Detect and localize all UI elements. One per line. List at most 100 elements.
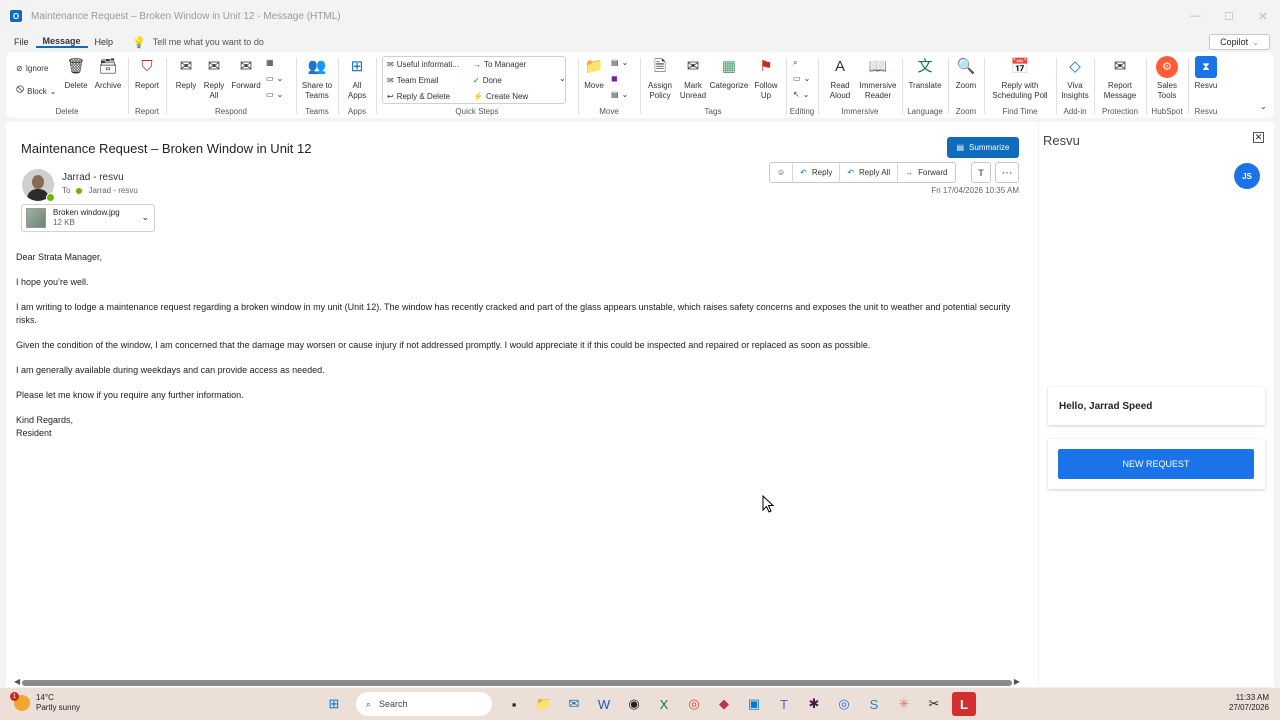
snipping-tool-icon[interactable]: ✂ [922, 692, 946, 716]
teams-chat-button[interactable]: T [971, 162, 991, 183]
related-button[interactable]: ▭ ⌄ [793, 74, 810, 83]
group-label-teams: Teams [305, 107, 329, 116]
translate-button[interactable]: 文 Translate [905, 56, 945, 91]
assign-policy-button[interactable]: 🗎 Assign Policy [643, 56, 677, 101]
select-button[interactable]: ↖ ⌄ [793, 90, 809, 99]
reply-all-button[interactable]: ✉ Reply All [201, 56, 227, 101]
rules-button[interactable]: ▤ ⌄ [611, 58, 628, 67]
find-button[interactable]: ⌕ [793, 58, 797, 68]
ribbon-collapse-button[interactable]: ⌄ [1260, 102, 1267, 111]
group-apps: ⊞ All Apps Apps [339, 52, 375, 118]
quick-steps-expand[interactable]: ⌄ [559, 74, 566, 83]
summarize-button[interactable]: ▤ Summarize [947, 137, 1019, 158]
close-icon[interactable]: ✕ [1253, 132, 1264, 143]
meeting-reply-button[interactable]: ▦ [266, 58, 274, 67]
archive-button[interactable]: 🗃 Archive [92, 56, 124, 91]
immersive-reader-button[interactable]: 📖 Immersive Reader [857, 56, 899, 101]
outlook-taskbar-icon[interactable]: ✉ [562, 692, 586, 716]
reply-action-label: Reply [811, 168, 833, 177]
all-apps-label: All Apps [347, 81, 367, 100]
resvu-icon: ⧗ [1195, 56, 1217, 78]
move-button[interactable]: 📁 Move [581, 56, 607, 91]
recipient-name[interactable]: Jarrad - resvu [88, 186, 137, 195]
excel-icon[interactable]: X [652, 692, 676, 716]
more-actions-button[interactable]: ··· [995, 162, 1019, 183]
scrollbar-thumb[interactable] [22, 680, 1012, 686]
chrome-icon[interactable]: ◎ [682, 692, 706, 716]
reply-scheduling-poll-button[interactable]: 📅 Reply with Scheduling Poll [987, 56, 1053, 101]
forward-action-button[interactable]: → Forward [898, 163, 954, 182]
menu-file[interactable]: File [7, 37, 36, 47]
quick-step-useful-info[interactable]: ✉ Useful informati... [387, 60, 459, 69]
ignore-button[interactable]: ⊘ Ignore [16, 64, 48, 73]
word-icon[interactable]: W [592, 692, 616, 716]
system-clock[interactable]: 11:33 AM 27/07/2026 [1229, 693, 1269, 713]
app-icon[interactable]: ◆ [712, 692, 736, 716]
photos-icon[interactable]: ▣ [742, 692, 766, 716]
im-reply-button[interactable]: ▭ ⌄ [266, 74, 283, 83]
maximize-icon[interactable]: ☐ [1212, 0, 1246, 32]
more-respond-icon: ▭ [266, 90, 274, 99]
read-aloud-button[interactable]: A Read Aloud [825, 56, 855, 101]
chevron-down-icon[interactable]: ⌄ [1252, 38, 1259, 47]
attachment-card[interactable]: Broken window.jpg 12 KB ⌄ [21, 204, 155, 232]
delete-button[interactable]: 🗑 Delete [64, 56, 88, 91]
app-l-icon[interactable]: L [952, 692, 976, 716]
menu-help[interactable]: Help [88, 37, 121, 47]
share-to-teams-button[interactable]: 👥 Share to Teams [299, 56, 335, 101]
quick-step-done[interactable]: ✓ Done [473, 76, 502, 85]
resvu-button[interactable]: ⧗ Resvu [1193, 56, 1219, 91]
quick-step-create-new[interactable]: ⚡ Create New [473, 92, 528, 101]
security-app-icon[interactable]: ◉ [622, 692, 646, 716]
reply-action-button[interactable]: ↶ Reply [793, 163, 841, 182]
emoji-react-button[interactable]: ☺ [770, 163, 794, 182]
claude-icon[interactable]: ✳ [892, 692, 916, 716]
new-request-button[interactable]: NEW REQUEST [1058, 449, 1254, 479]
sender-name[interactable]: Jarrad - resvu [62, 172, 124, 183]
horizontal-scrollbar[interactable]: ◀ ▶ [14, 677, 1020, 686]
teams-taskbar-icon[interactable]: T [772, 692, 796, 716]
recipient-line: To Jarrad - resvu [62, 186, 138, 195]
all-apps-button[interactable]: ⊞ All Apps [343, 56, 371, 101]
cursor-select-icon: ↖ [793, 90, 800, 99]
mark-unread-label: Mark Unread [679, 81, 707, 100]
chevron-down-icon[interactable]: ⌄ [141, 212, 149, 223]
tell-me-search[interactable]: 💡 Tell me what you want to do [132, 36, 264, 49]
sharepoint-icon[interactable]: S [862, 692, 886, 716]
user-avatar[interactable]: JS [1234, 163, 1260, 189]
block-button[interactable]: 🛇 Block ⌄ [16, 84, 56, 98]
chrome-profile-icon[interactable]: ◎ [832, 692, 856, 716]
viva-insights-button[interactable]: ◇ Viva Insights [1059, 56, 1091, 101]
task-view-icon[interactable]: ▪ [502, 692, 526, 716]
quick-step-to-manager[interactable]: → To Manager [473, 60, 526, 69]
weather-widget[interactable]: 1 14°C Partly sunny [10, 692, 80, 713]
categorize-button[interactable]: ▦ Categorize [709, 56, 749, 91]
report-message-button[interactable]: ✉ Report Message [1097, 56, 1143, 101]
sales-tools-button[interactable]: ⚙ Sales Tools [1151, 56, 1183, 101]
follow-up-button[interactable]: ⚑ Follow Up [751, 56, 781, 101]
slack-icon[interactable]: ✱ [802, 692, 826, 716]
more-respond-button[interactable]: ▭ ⌄ [266, 90, 283, 99]
scroll-left-icon[interactable]: ◀ [14, 677, 20, 686]
reply-button[interactable]: ✉ Reply [173, 56, 199, 91]
copilot-button[interactable]: Copilot ⌄ [1209, 34, 1270, 50]
quick-step-reply-delete[interactable]: ↩ Reply & Delete [387, 92, 450, 101]
mark-unread-button[interactable]: ✉ Mark Unread [679, 56, 707, 101]
forward-button[interactable]: ✉ Forward [229, 56, 263, 91]
zoom-button[interactable]: 🔍 Zoom [951, 56, 981, 91]
reply-all-action-button[interactable]: ↶ Reply All [840, 163, 899, 182]
group-label-find-time: Find Time [1002, 107, 1038, 116]
close-window-icon[interactable]: ✕ [1246, 0, 1280, 32]
scroll-right-icon[interactable]: ▶ [1014, 677, 1020, 686]
minimize-icon[interactable]: — [1178, 0, 1212, 32]
checkmark-icon: ✓ [473, 76, 480, 85]
report-button[interactable]: ⛉ Report [131, 56, 163, 91]
menu-message[interactable]: Message [35, 36, 88, 48]
actions-button[interactable]: ▤ ⌄ [611, 90, 628, 99]
taskbar-search[interactable]: ⌕ Search [356, 692, 492, 716]
windows-start-icon[interactable]: ⊞ [322, 692, 346, 716]
onenote-button[interactable]: ◼ [611, 74, 618, 83]
chevron-down-icon: ⌄ [276, 90, 284, 99]
file-explorer-icon[interactable]: 📁 [532, 692, 556, 716]
quick-step-team-email[interactable]: ✉ Team Email [387, 76, 439, 85]
